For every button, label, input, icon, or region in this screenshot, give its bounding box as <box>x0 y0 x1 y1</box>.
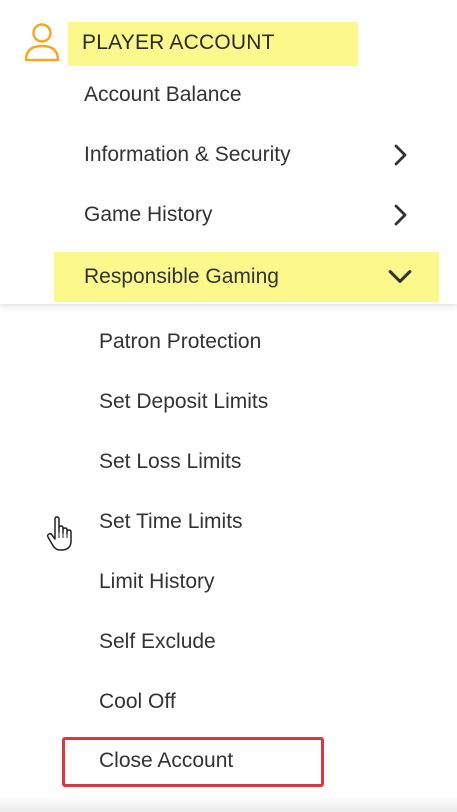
chevron-right-icon <box>394 204 407 226</box>
submenu-item-label: Set Deposit Limits <box>99 390 269 413</box>
chevron-down-icon <box>388 270 412 283</box>
submenu-item-patron-protection[interactable]: Patron Protection <box>62 318 324 366</box>
submenu-item-label: Limit History <box>99 570 215 593</box>
submenu-item-cool-off[interactable]: Cool Off <box>62 678 324 726</box>
submenu-item-set-loss-limits[interactable]: Set Loss Limits <box>62 438 324 486</box>
submenu-item-label: Close Account <box>99 749 234 772</box>
menu-item-label: Game History <box>84 203 213 226</box>
player-account-title: PLAYER ACCOUNT <box>68 22 358 66</box>
chevron-right-icon <box>394 144 407 166</box>
submenu-item-self-exclude[interactable]: Self Exclude <box>62 618 324 666</box>
submenu-item-label: Set Time Limits <box>99 510 243 533</box>
menu-item-information-security[interactable]: Information & Security <box>54 130 439 180</box>
submenu-item-limit-history[interactable]: Limit History <box>62 558 324 606</box>
menu-item-account-balance[interactable]: Account Balance <box>54 70 439 120</box>
submenu-item-close-account[interactable]: Close Account <box>62 737 324 787</box>
menu-item-game-history[interactable]: Game History <box>54 190 439 240</box>
user-icon <box>24 23 60 62</box>
hand-pointer-cursor-icon <box>46 516 72 551</box>
submenu-item-set-time-limits[interactable]: Set Time Limits <box>62 498 324 546</box>
menu-item-responsible-gaming[interactable]: Responsible Gaming <box>54 252 439 302</box>
submenu-item-label: Set Loss Limits <box>99 450 242 473</box>
submenu-item-label: Cool Off <box>99 690 176 713</box>
submenu-item-label: Patron Protection <box>99 330 262 353</box>
submenu-item-set-deposit-limits[interactable]: Set Deposit Limits <box>62 378 324 426</box>
submenu-item-label: Self Exclude <box>99 630 216 653</box>
menu-item-label: Responsible Gaming <box>84 265 279 288</box>
player-account-menu: PLAYER ACCOUNT Account Balance Informati… <box>0 0 457 812</box>
panel-bottom-edge <box>0 796 457 812</box>
menu-item-label: Information & Security <box>84 143 291 166</box>
menu-item-label: Account Balance <box>84 83 242 106</box>
account-menu-panel: PLAYER ACCOUNT Account Balance Informati… <box>0 0 457 304</box>
account-header <box>22 18 62 66</box>
